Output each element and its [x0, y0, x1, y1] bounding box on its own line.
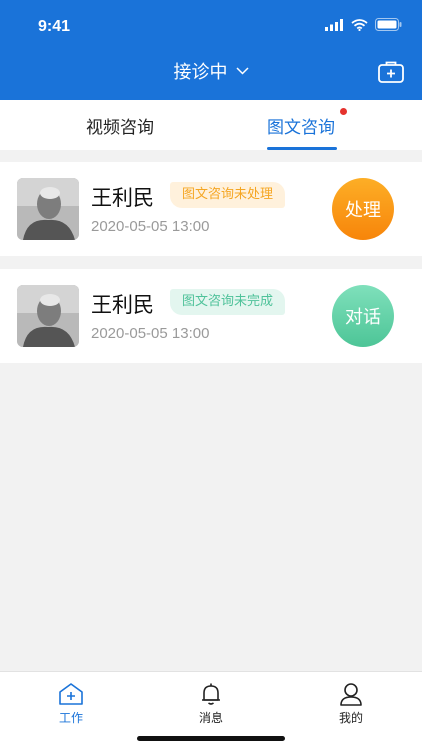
consult-tabs: 视频咨询 图文咨询 — [0, 100, 422, 150]
handle-button[interactable]: 处理 — [332, 178, 394, 240]
tab-video-consult[interactable]: 视频咨询 — [60, 100, 180, 150]
tabbar-label: 消息 — [198, 711, 223, 725]
wifi-icon — [351, 18, 368, 31]
avatar — [17, 178, 79, 240]
bell-icon — [202, 683, 220, 705]
medical-kit-icon[interactable] — [378, 60, 404, 84]
home-indicator — [137, 736, 285, 741]
page-title: 接诊中 — [173, 62, 228, 83]
consult-date: 2020-05-05 13:00 — [91, 325, 210, 342]
status-badge: 图文咨询未处理 — [170, 182, 286, 208]
status-icons — [325, 18, 402, 31]
home-plus-icon — [59, 683, 83, 705]
tabbar-item-profile[interactable]: 我的 — [316, 682, 386, 726]
status-selector[interactable]: 接诊中 — [0, 58, 422, 84]
tabbar-label: 工作 — [58, 711, 83, 725]
consult-date: 2020-05-05 13:00 — [91, 218, 210, 235]
patient-name: 王利民 — [91, 293, 154, 317]
status-badge: 图文咨询未完成 — [170, 289, 286, 315]
tabbar-item-work[interactable]: 工作 — [36, 682, 106, 726]
person-icon — [340, 683, 362, 706]
consult-card[interactable]: 王利民 图文咨询未处理 2020-05-05 13:00 处理 — [0, 162, 422, 256]
chevron-down-icon — [235, 67, 249, 75]
status-time: 9:41 — [38, 18, 71, 35]
tabbar-label: 我的 — [338, 711, 363, 725]
consult-card[interactable]: 王利民 图文咨询未完成 2020-05-05 13:00 对话 — [0, 269, 422, 363]
app-header: 9:41 接诊中 — [0, 0, 422, 100]
notification-dot — [340, 108, 347, 115]
tabbar-item-messages[interactable]: 消息 — [176, 682, 246, 726]
patient-name: 王利民 — [91, 186, 154, 210]
active-tab-indicator — [267, 147, 337, 150]
battery-icon — [375, 18, 402, 31]
signal-icon — [325, 18, 343, 31]
avatar — [17, 285, 79, 347]
status-bar: 9:41 — [0, 0, 422, 54]
chat-button[interactable]: 对话 — [332, 285, 394, 347]
